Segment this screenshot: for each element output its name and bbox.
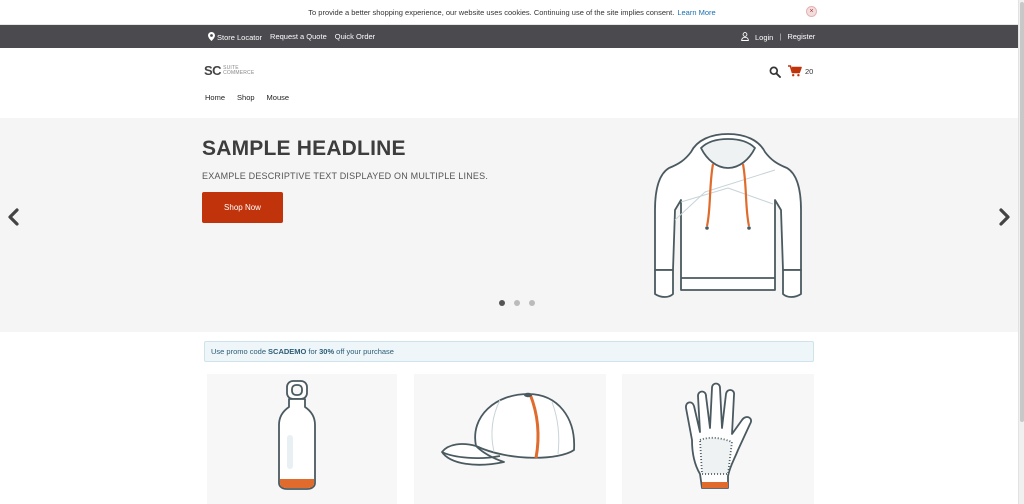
logo-line-2: COMMERCE	[223, 69, 255, 76]
promo-middle: for	[308, 347, 318, 356]
hoodie-illustration	[654, 133, 802, 298]
chevron-right-icon[interactable]	[997, 208, 1011, 226]
cookie-message: To provide a better shopping experience,…	[308, 7, 675, 17]
cookie-consent-bar: To provide a better shopping experience,…	[0, 0, 1024, 25]
logo-mark: SC	[204, 63, 222, 78]
login-link[interactable]: Login	[741, 31, 774, 42]
product-card-baseball-cap[interactable]	[414, 374, 606, 504]
map-pin-icon	[208, 31, 215, 41]
promo-code: SCADEMO	[268, 347, 307, 356]
nav-item-shop[interactable]: Shop	[237, 93, 255, 102]
main-navigation: Home Shop Mouse	[205, 93, 289, 102]
search-icon[interactable]	[769, 66, 781, 78]
shop-now-button[interactable]: Shop Now	[202, 192, 283, 223]
quick-order-link[interactable]: Quick Order	[335, 32, 375, 41]
glove-illustration	[685, 382, 752, 489]
carousel-dot-1[interactable]	[499, 300, 505, 306]
request-quote-link[interactable]: Request a Quote	[270, 32, 327, 41]
promo-prefix: Use promo code	[211, 347, 267, 356]
hero-headline: SAMPLE HEADLINE	[202, 137, 406, 160]
baseball-cap-illustration	[441, 392, 575, 466]
chevron-left-icon[interactable]	[7, 208, 21, 226]
product-card-glove[interactable]	[622, 374, 814, 504]
product-card-water-bottle[interactable]	[207, 374, 397, 504]
scrollbar-thumb[interactable]	[1020, 2, 1024, 422]
promo-discount: 30%	[319, 347, 335, 356]
shopping-cart-icon	[788, 65, 802, 77]
nav-item-home[interactable]: Home	[205, 93, 225, 102]
water-bottle-illustration	[278, 380, 316, 490]
login-label: Login	[755, 32, 774, 42]
carousel-dot-3[interactable]	[529, 300, 535, 306]
top-utility-bar: Store Locator Request a Quote Quick Orde…	[0, 25, 1018, 48]
register-link[interactable]: Register	[787, 32, 815, 41]
utility-links: Store Locator Request a Quote Quick Orde…	[208, 25, 375, 48]
promo-banner: Use promo code SCADEMO for 30% off your …	[204, 341, 814, 362]
store-locator-link[interactable]: Store Locator	[208, 31, 263, 42]
cart-button[interactable]: 20	[788, 65, 813, 77]
cart-count: 20	[805, 66, 814, 76]
carousel-dot-2[interactable]	[514, 300, 520, 306]
account-separator: |	[779, 32, 782, 41]
hero-carousel: SAMPLE HEADLINE EXAMPLE DESCRIPTIVE TEXT…	[0, 118, 1018, 332]
page-scrollbar[interactable]	[1018, 0, 1024, 504]
nav-item-mouse[interactable]: Mouse	[267, 93, 290, 102]
account-links: Login | Register	[741, 25, 815, 48]
cookie-close-button[interactable]: ×	[806, 6, 817, 17]
store-locator-label: Store Locator	[217, 32, 263, 42]
promo-suffix: off your purchase	[336, 347, 394, 356]
carousel-pagination	[499, 300, 535, 306]
site-header: SC SUITE COMMERCE 20 Home Shop Mouse	[0, 48, 1018, 118]
user-icon	[741, 31, 749, 41]
learn-more-link[interactable]: Learn More	[677, 8, 715, 17]
hero-description: EXAMPLE DESCRIPTIVE TEXT DISPLAYED ON MU…	[202, 171, 489, 181]
site-logo[interactable]: SC SUITE COMMERCE	[204, 63, 254, 78]
logo-wordmark: SUITE COMMERCE	[223, 65, 255, 76]
